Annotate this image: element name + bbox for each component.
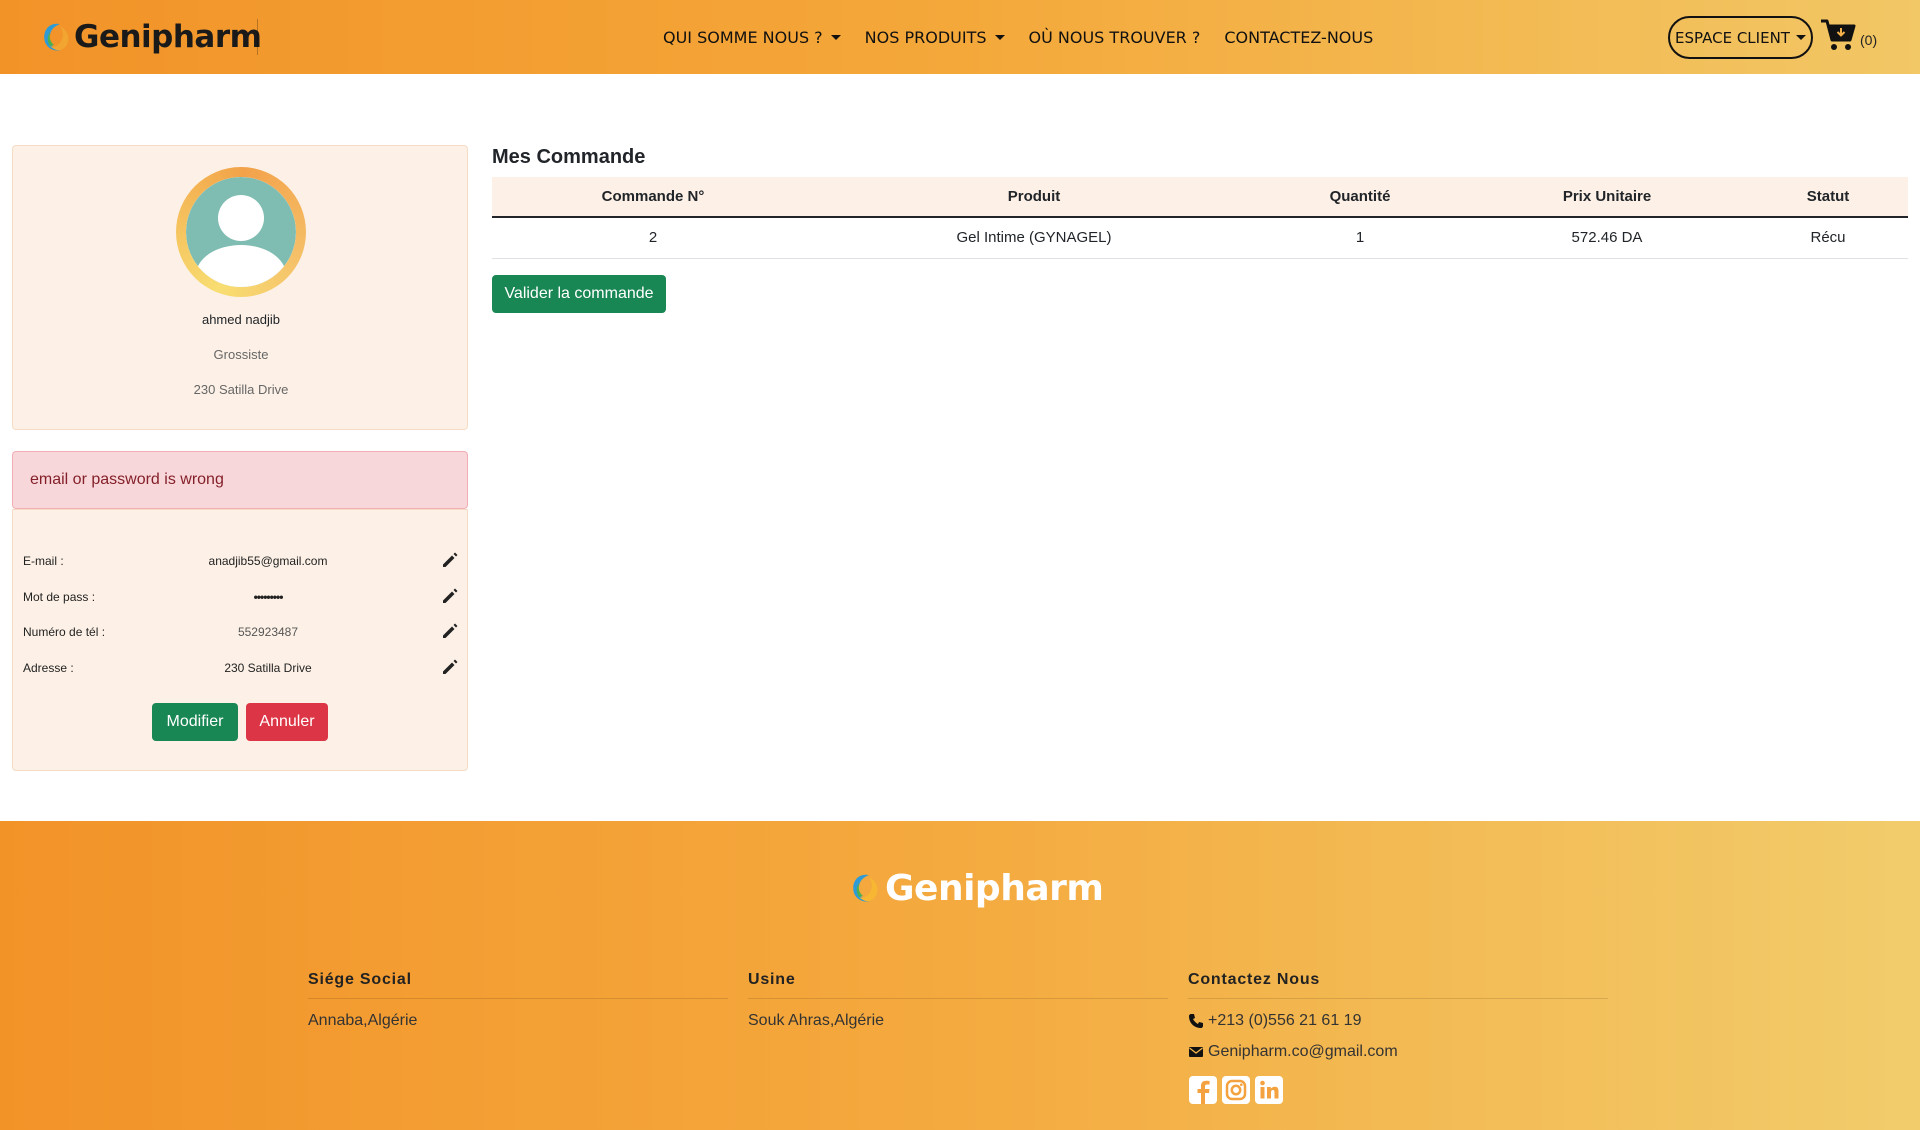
caret-down-icon [1795, 35, 1806, 40]
col-produit-header: Produit [814, 177, 1254, 218]
brand-logo-link[interactable]: Genipharm [40, 16, 262, 58]
footer-email: Genipharm.co@gmail.com [1188, 1043, 1608, 1061]
profile-address: 230 Satilla Drive [193, 382, 289, 397]
footer-siege-title: Siége Social [308, 971, 728, 999]
footer-phone-text: +213 (0)556 21 61 19 [1208, 1012, 1362, 1029]
password-label: Mot de pass : [23, 590, 96, 604]
edit-phone-pencil-icon[interactable] [440, 621, 460, 641]
footer-siege-text: Annaba,Algérie [308, 1012, 418, 1029]
footer-usine-text: Souk Ahras,Algérie [748, 1012, 885, 1029]
edit-email-pencil-icon[interactable] [440, 550, 460, 570]
nav-item-label: OÙ NOUS TROUVER ? [1028, 27, 1201, 47]
linkedin-icon[interactable] [1254, 1075, 1284, 1105]
nav-item-label: QUI SOMME NOUS ? [663, 27, 823, 47]
profile-name: ahmed nadjib [201, 312, 281, 327]
instagram-icon[interactable] [1221, 1075, 1251, 1105]
genipharm-logo-icon [44, 23, 69, 51]
address-label: Adresse : [23, 661, 74, 675]
nav-item-ou-nous-trouver[interactable]: OÙ NOUS TROUVER ? [1029, 28, 1201, 47]
footer-usine-column: Usine Souk Ahras,Algérie [748, 971, 1168, 1030]
email-value: anadjib55@gmail.com [208, 554, 328, 568]
cart-icon [1821, 19, 1856, 50]
avatar [176, 167, 306, 297]
nav-menu: QUI SOMME NOUS ? NOS PRODUITS OÙ NOUS TR… [663, 0, 1397, 74]
modifier-button[interactable]: Modifier [152, 703, 238, 741]
facebook-icon[interactable] [1188, 1075, 1218, 1105]
email-row: E-mail : anadjib55@gmail.com [13, 548, 469, 576]
footer-phone: +213 (0)556 21 61 19 [1188, 1012, 1608, 1030]
footer-email-text: Genipharm.co@gmail.com [1208, 1043, 1398, 1060]
caret-down-icon [830, 34, 841, 40]
footer-siege-column: Siége Social Annaba,Algérie [308, 971, 728, 1030]
avatar-image [186, 177, 296, 287]
valider-commande-button[interactable]: Valider la commande [492, 275, 666, 313]
cart-button[interactable]: (0) [1820, 18, 1877, 52]
social-links [1188, 1075, 1608, 1105]
order-product-cell: Gel Intime (GYNAGEL) [814, 217, 1254, 259]
espace-client-label: ESPACE CLIENT [1675, 28, 1790, 47]
genipharm-logo-icon [853, 874, 878, 902]
envelope-icon [1189, 1047, 1203, 1057]
nav-item-label: NOS PRODUITS [864, 27, 987, 47]
col-commande-header: Commande N° [492, 177, 814, 218]
email-label: E-mail : [23, 554, 64, 568]
profile-role: Grossiste [213, 347, 269, 362]
espace-client-dropdown[interactable]: ESPACE CLIENT [1668, 16, 1813, 59]
address-row: Adresse : 230 Satilla Drive [13, 655, 469, 683]
table-row: 2 Gel Intime (GYNAGEL) 1 572.46 DA Récu [492, 217, 1908, 259]
footer-brand: Genipharm [849, 866, 1104, 910]
annuler-button[interactable]: Annuler [246, 703, 328, 741]
col-statut-header: Statut [1748, 177, 1908, 218]
order-quantity-cell: 1 [1254, 217, 1466, 259]
edit-address-pencil-icon[interactable] [440, 657, 460, 677]
phone-row: Numéro de tél : 552923487 [13, 619, 469, 647]
orders-title: Mes Commande [492, 146, 646, 168]
nav-item-label: CONTACTEZ-NOUS [1224, 27, 1374, 47]
order-status-cell: Récu [1748, 217, 1908, 259]
site-footer: Genipharm Siége Social Annaba,Algérie Us… [0, 821, 1920, 1130]
nav-item-qui-somme-nous[interactable]: QUI SOMME NOUS ? [663, 28, 841, 47]
error-alert: email or password is wrong [12, 451, 468, 509]
cart-count: (0) [1860, 32, 1878, 48]
address-value: 230 Satilla Drive [224, 661, 312, 675]
error-alert-text: email or password is wrong [30, 471, 224, 488]
brand-divider [257, 19, 258, 55]
phone-icon [1189, 1014, 1203, 1028]
caret-down-icon [994, 34, 1005, 40]
edit-password-pencil-icon[interactable] [440, 586, 460, 606]
footer-usine-title: Usine [748, 971, 1168, 999]
brand-name: Genipharm [74, 19, 262, 55]
nav-item-contactez-nous[interactable]: CONTACTEZ-NOUS [1224, 28, 1373, 47]
order-price-cell: 572.46 DA [1466, 217, 1748, 259]
password-value: ••••••••• [253, 590, 284, 604]
top-navbar: Genipharm QUI SOMME NOUS ? NOS PRODUITS … [0, 0, 1920, 74]
phone-label: Numéro de tél : [23, 625, 106, 639]
table-header-row: Commande N° Produit Quantité Prix Unitai… [492, 177, 1908, 218]
account-info-card: E-mail : anadjib55@gmail.com Mot de pass… [12, 509, 468, 771]
col-prix-header: Prix Unitaire [1466, 177, 1748, 218]
footer-contact-title: Contactez Nous [1188, 971, 1608, 999]
phone-value: 552923487 [237, 625, 299, 639]
nav-item-nos-produits[interactable]: NOS PRODUITS [865, 28, 1005, 47]
password-row: Mot de pass : ••••••••• [13, 584, 469, 612]
col-quantite-header: Quantité [1254, 177, 1466, 218]
footer-contact-column: Contactez Nous +213 (0)556 21 61 19 Geni… [1188, 971, 1608, 1105]
profile-card: ahmed nadjib Grossiste 230 Satilla Drive [12, 145, 468, 430]
order-number-cell: 2 [492, 217, 814, 259]
orders-table: Commande N° Produit Quantité Prix Unitai… [492, 177, 1908, 259]
footer-brand-name: Genipharm [885, 867, 1104, 909]
